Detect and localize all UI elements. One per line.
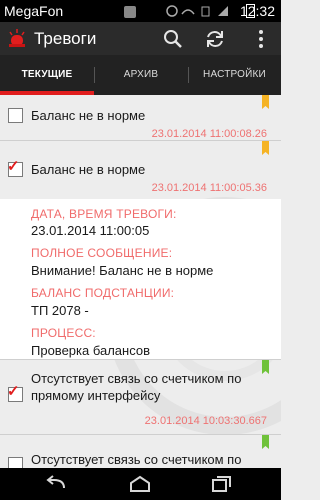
list-item[interactable]: Отсутствует связь со счетчиком по bbox=[0, 435, 281, 468]
divider bbox=[0, 359, 281, 360]
home-icon[interactable] bbox=[128, 474, 152, 494]
alarm-text: Баланс не в норме bbox=[31, 162, 146, 177]
overflow-menu-icon[interactable] bbox=[250, 28, 272, 50]
alarm-list[interactable]: Баланс не в норме 23.01.2014 11:00:08.26… bbox=[0, 95, 281, 468]
status-bar: MegaFon 12:32 bbox=[0, 0, 281, 22]
carrier-name: MegaFon bbox=[4, 3, 64, 19]
back-icon[interactable] bbox=[44, 474, 68, 494]
recent-apps-icon[interactable] bbox=[210, 474, 234, 494]
search-icon[interactable] bbox=[162, 28, 184, 50]
priority-flag-icon bbox=[262, 141, 269, 155]
alarm-date: 23.01.2014 11:00:08.26 bbox=[151, 128, 267, 140]
tab-bar: ТЕКУЩИЕ АРХИВ НАСТРОЙКИ bbox=[0, 55, 281, 95]
system-icons bbox=[166, 4, 236, 21]
clock: 12:32 bbox=[239, 3, 275, 19]
tab-archive[interactable]: АРХИВ bbox=[94, 55, 188, 95]
message-label: ПОЛНОЕ СООБЩЕНИЕ: bbox=[31, 246, 173, 260]
tab-settings[interactable]: НАСТРОЙКИ bbox=[188, 55, 281, 95]
alarm-checkbox[interactable]: ✓ bbox=[7, 383, 23, 402]
datetime-value: 23.01.2014 11:00:05 bbox=[31, 223, 150, 238]
alarm-text: Баланс не в норме bbox=[31, 108, 146, 123]
notification-icons bbox=[124, 5, 142, 21]
priority-flag-icon bbox=[262, 435, 269, 449]
message-value: Внимание! Баланс не в норме bbox=[31, 263, 214, 278]
app-bar: Тревоги bbox=[0, 22, 281, 55]
datetime-label: ДАТА, ВРЕМЯ ТРЕВОГИ: bbox=[31, 207, 177, 221]
substation-label: БАЛАНС ПОДСТАНЦИИ: bbox=[31, 286, 175, 300]
substation-value: ТП 2078 - bbox=[31, 303, 89, 318]
tab-current[interactable]: ТЕКУЩИЕ bbox=[0, 55, 94, 95]
priority-flag-icon bbox=[262, 95, 269, 109]
alarm-checkbox[interactable] bbox=[8, 108, 23, 123]
alarm-checkbox[interactable] bbox=[8, 457, 23, 468]
alarm-date: 23.01.2014 10:03:30.667 bbox=[144, 415, 267, 427]
alarm-text: Отсутствует связь со счетчиком по прямом… bbox=[31, 371, 242, 403]
system-status-icons bbox=[166, 5, 228, 17]
alarm-details-panel: ДАТА, ВРЕМЯ ТРЕВОГИ: 23.01.2014 11:00:05… bbox=[0, 199, 281, 359]
process-value: Проверка балансов bbox=[31, 343, 150, 358]
list-item[interactable]: ✓ Баланс не в норме 23.01.2014 11:00:05.… bbox=[0, 141, 281, 199]
priority-flag-icon bbox=[262, 360, 269, 374]
image-notification-icon bbox=[124, 6, 136, 18]
page-title: Тревоги bbox=[34, 29, 97, 48]
alarm-checkbox[interactable]: ✓ bbox=[7, 158, 23, 177]
list-item[interactable]: Баланс не в норме 23.01.2014 11:00:08.26 bbox=[0, 95, 281, 141]
navigation-bar bbox=[0, 468, 281, 500]
refresh-icon[interactable] bbox=[204, 28, 226, 50]
alarm-text: Отсутствует связь со счетчиком по bbox=[31, 452, 242, 467]
list-item[interactable]: ✓ Отсутствует связь со счетчиком по прям… bbox=[0, 359, 281, 435]
alarm-siren-icon[interactable] bbox=[8, 29, 26, 48]
alarm-date: 23.01.2014 11:00:05.36 bbox=[151, 182, 267, 194]
process-label: ПРОЦЕСС: bbox=[31, 326, 96, 340]
